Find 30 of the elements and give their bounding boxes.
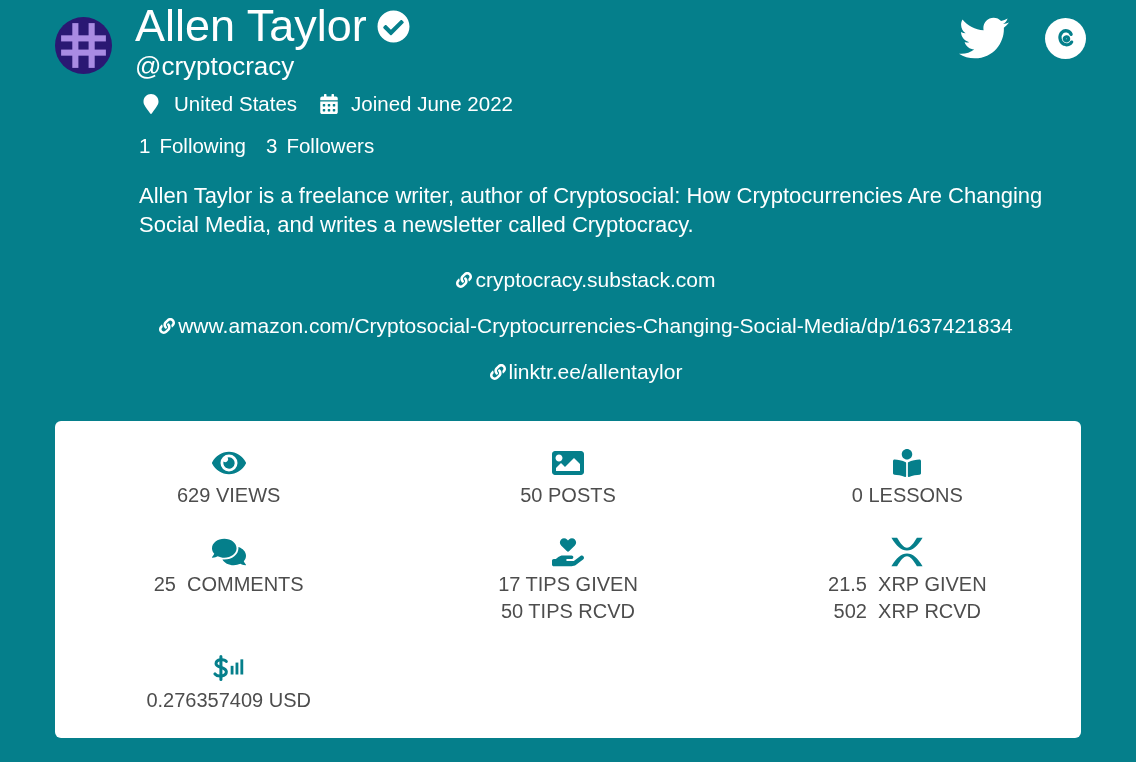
location-pin-icon	[141, 94, 161, 114]
followers-link[interactable]: 3 Followers	[266, 130, 375, 162]
reading-book-icon	[893, 449, 922, 477]
profile-name: Allen Taylor	[135, 1, 367, 51]
stat-text: 21.5 XRP GIVEN	[828, 572, 987, 597]
hand-holding-heart-icon	[552, 536, 584, 568]
calendar-icon	[319, 94, 340, 114]
stat-text: 50 POSTS	[520, 483, 616, 508]
c-circle-icon[interactable]	[1045, 17, 1086, 59]
bio-text: Allen Taylor is a freelance writer, author of Cryptosocial: How Cryptocurrencies Are Changing Social Media, and writes a newsletter called Cryptocracy.	[139, 182, 1044, 239]
profile-handle: @cryptocracy	[135, 51, 296, 81]
stat-text: 50 TIPS RCVD	[500, 599, 636, 624]
stat-text: 0.276357409 USD	[146, 688, 311, 713]
link-icon	[159, 318, 176, 334]
profile-link[interactable]: cryptocracy.substack.com	[456, 266, 716, 294]
stat-text: 17 TIPS GIVEN	[498, 572, 638, 597]
stat-text: 629 VIEWS	[176, 483, 281, 508]
link-icon	[489, 364, 506, 380]
stat-text: 25 COMMENTS	[153, 572, 304, 597]
location-text: United States	[174, 90, 298, 117]
dollar-bars-icon	[212, 655, 246, 681]
link-icon	[456, 272, 473, 288]
stat-text: 502 XRP RCVD	[833, 599, 982, 624]
profile-link[interactable]: www.amazon.com/Cryptosocial-Cryptocurrencies-Changing-Social-Media/dp/1637421834	[159, 312, 1013, 340]
profile-link[interactable]: linktr.ee/allentaylor	[489, 358, 683, 386]
following-link[interactable]: 1 Following	[139, 130, 246, 162]
avatar-hash-icon	[55, 17, 112, 74]
crossed-curves-icon	[890, 536, 925, 568]
stat-text: 0 LESSONS	[851, 483, 963, 508]
joined-date: Joined June 2022	[351, 90, 513, 117]
